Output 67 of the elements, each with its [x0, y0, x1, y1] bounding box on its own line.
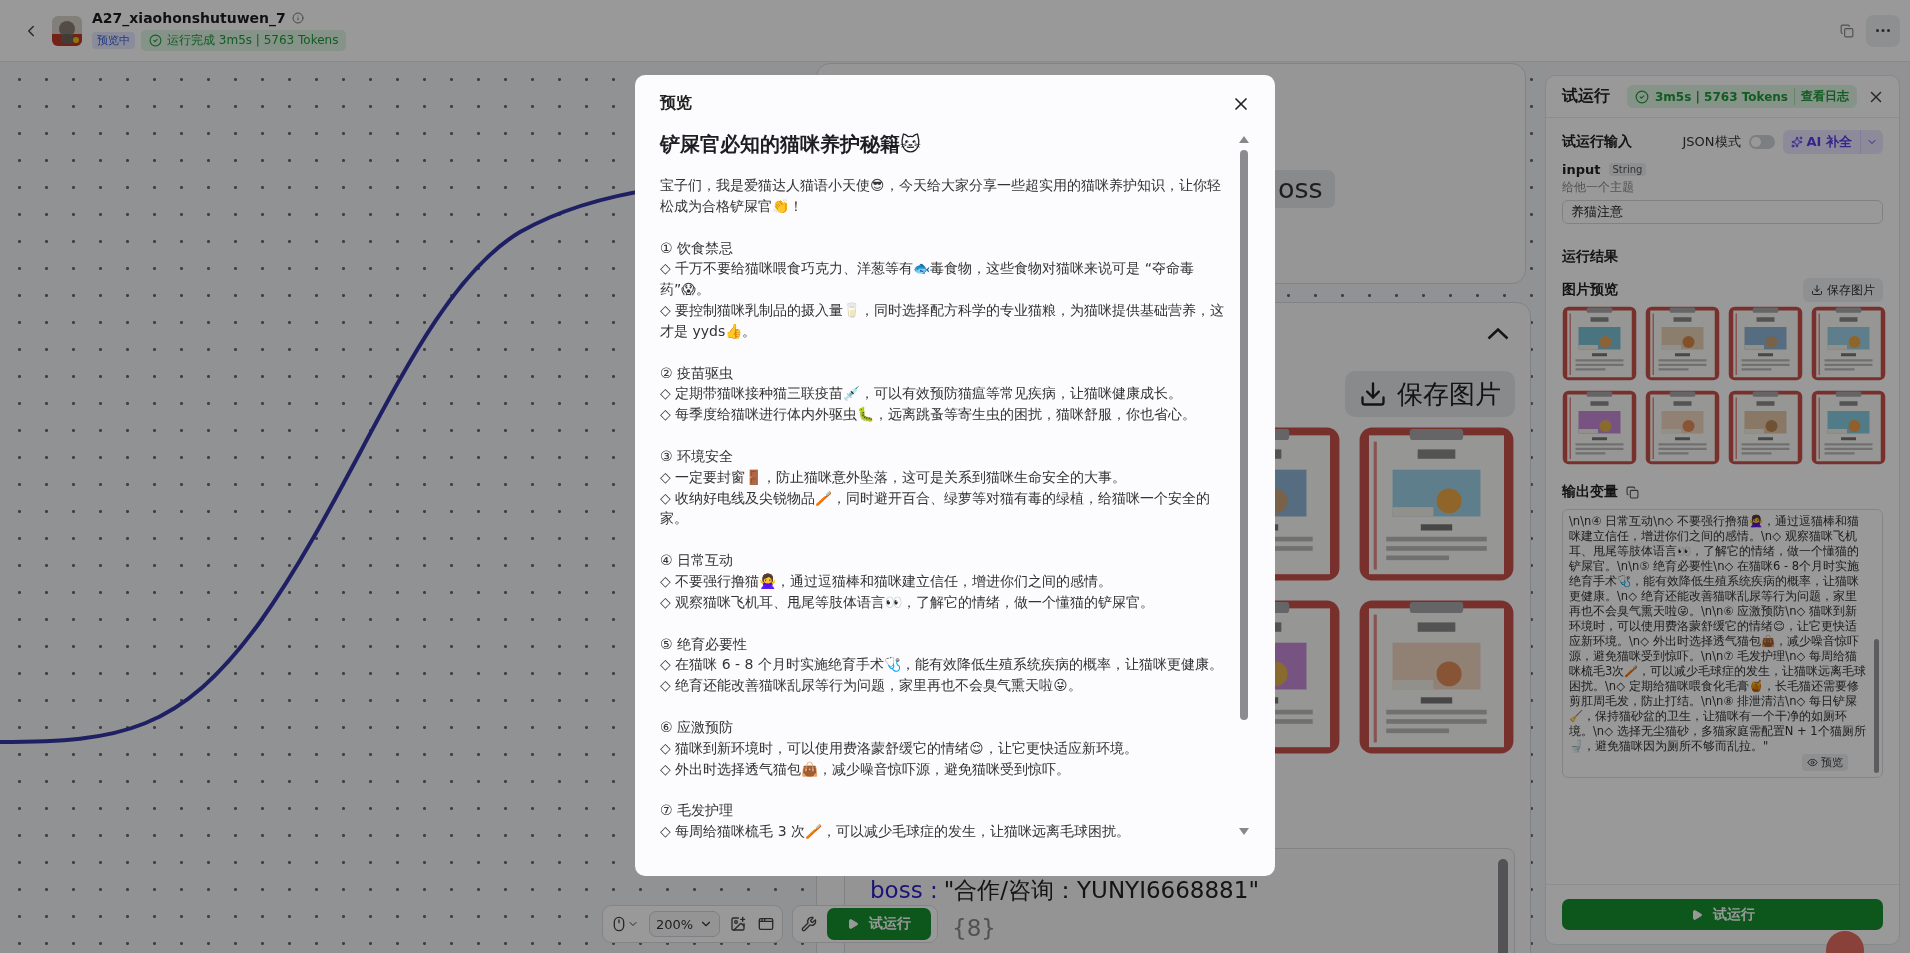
type-tag: String	[1608, 163, 1647, 176]
section-heading: ① 饮食禁忌	[660, 238, 734, 258]
tip-text: ◇ 每周给猫咪梳毛 3 次🪥，可以减少毛球症的发生，让猫咪远离毛球困扰。	[660, 822, 1132, 842]
input-field[interactable]: 养猫注意	[1562, 200, 1883, 224]
window-icon	[758, 916, 775, 932]
save-images-button[interactable]: 保存图片	[1803, 278, 1883, 302]
more-icon	[1876, 29, 1890, 32]
tip-text: ◇ 观察猫咪飞机耳、甩尾等肢体语言👀，了解它的情绪，做一个懂猫的铲屎官。	[660, 592, 1156, 612]
download-icon	[1811, 284, 1823, 296]
preview-button[interactable]: 预览	[1802, 754, 1848, 771]
scrollbar[interactable]	[1874, 639, 1879, 773]
section-title: 图片预览	[1562, 281, 1619, 299]
section-heading: ④ 日常互动	[660, 551, 734, 571]
tip-text: ◇ 收纳好电线及尖锐物品🪥，同时避开百合、绿萝等对猫有毒的绿植，给猫咪一个安全的家。	[660, 488, 1212, 529]
eye-icon	[1807, 757, 1818, 768]
play-icon	[847, 918, 860, 930]
section-heading: ⑤ 绝育必要性	[660, 634, 748, 654]
chevron-up-icon	[1487, 328, 1509, 341]
section-title: 试运行输入	[1562, 133, 1633, 151]
run-stats: 3m5s | 5763 Tokens	[1655, 89, 1788, 104]
section-heading: ③ 环境安全	[660, 446, 734, 466]
tip-text: ◇ 定期带猫咪接种猫三联疫苗💉，可以有效预防猫瘟等常见疾病，让猫咪健康成长。	[660, 384, 1184, 404]
mouse-icon	[611, 916, 627, 932]
view-log-link[interactable]: 查看日志	[1794, 88, 1849, 105]
output-text: \n\n④ 日常互动\n◇ 不要强行撸猫🙅‍♀，通过逗猫棒和猫咪建立信任，增进你们之间的感情。\n◇ 观察猫咪飞机耳、甩尾等肢体语言👀，了解它的情绪，做一个懂猫的铲屎官。\n\n⑤ 绝育必要性\n◇ 在猫咪6 - 8个月时实施绝育手术🩺，能有效降低生殖系统疾病的概率，让猫咪更健康。\n◇ 绝育还能改善猫咪乱尿等行为问题，家里再也不会臭气熏天啦😜。\n\n⑥ 应激预防\n◇ 猫咪到新环境时，可以使用费洛蒙舒缓它的情绪😌，让它更快适应新环境。\n◇ 外出时选择透气猫包👜，减少噪音惊吓源，避免猫咪受到惊吓。\n\n⑦ 毛发护理\n◇ 每周给猫咪梳毛3次🪥，可以减少毛球症的发生，让猫咪远离毛球困扰。\n◇ 定期给猫咪喂食化毛膏🍯，长毛猫还需要修剪肛周毛发，防止打结。\n\n⑧ 排泄清洁\n◇ 每日铲屎🧹，保持猫砂盆的卫生，让猫咪有一个干净的如厕环境。\n◇ 选择无尘猫砂，多猫家庭需配置N + 1个猫厕所🚽，避免猫咪因为厕所不够而乱拉。"	[1569, 514, 1868, 754]
tip-text: ◇ 绝育还能改善猫咪乱尿等行为问题，家里再也不会臭气熏天啦😜。	[660, 676, 1083, 696]
info-icon[interactable]	[291, 12, 304, 24]
tip-text: ◇ 猫咪到新环境时，可以使用费洛蒙舒缓它的情绪😌，让它更快适应新环境。	[660, 738, 1139, 758]
input-name: input	[1562, 162, 1601, 177]
image-icon	[730, 916, 747, 932]
save-images-button[interactable]: 保存图片	[1345, 371, 1515, 418]
article-heading: 铲屎官必知的猫咪养护秘籍🐱	[660, 131, 922, 158]
json-mode-label: JSON模式	[1682, 133, 1741, 151]
tip-text: ◇ 外出时选择透气猫包👜，减少噪音惊吓源，避免猫咪受到惊吓。	[660, 759, 1072, 779]
article-intro: 宝子们，我是爱猫达人猫语小天使😎，今天给大家分享一些超实用的猫咪养护知识，让你轻松成为合格铲屎官👏！	[660, 176, 1222, 216]
download-icon	[1359, 380, 1387, 409]
more-button[interactable]	[1866, 14, 1900, 47]
tip-text: ◇ 在猫咪 6 - 8 个月时实施绝育手术🩺，能有效降低生殖系统疾病的概率，让猫咪更健康。	[660, 655, 1224, 675]
section-title: 输出变量	[1562, 483, 1618, 501]
section-heading: ② 疫苗驱虫	[660, 363, 734, 383]
dialog-title: 预览	[660, 93, 692, 114]
wrench-icon	[801, 916, 818, 932]
sparkles-icon	[1790, 136, 1803, 148]
run-button[interactable]: 试运行	[827, 908, 932, 940]
run-button[interactable]: 试运行	[1562, 899, 1883, 930]
tip-text: ◇ 一定要封窗🚪，防止猫咪意外坠落，这可是关系到猫咪生命安全的大事。	[660, 467, 1128, 487]
app-title: A27_xiaohonshutuwen_7	[92, 10, 286, 26]
run-status-text: 运行完成 3m5s | 5763 Tokens	[167, 32, 339, 49]
zoom-select[interactable]: 200%	[649, 911, 721, 937]
json-mode-toggle[interactable]	[1748, 135, 1775, 149]
section-heading: ⑦ 毛发护理	[660, 801, 734, 821]
check-icon	[1635, 89, 1649, 104]
section-title: 运行结果	[1562, 248, 1619, 266]
tip-text: ◇ 不要强行撸猫🙅‍♀，通过逗猫棒和猫咪建立信任，增进你们之间的感情。	[660, 571, 1114, 591]
status-tag: 预览中	[92, 32, 135, 49]
panel-title: 试运行	[1562, 86, 1611, 107]
tip-text: ◇ 要控制猫咪乳制品的摄入量🥛，同时选择配方科学的专业猫粮，为猫咪提供基础营养，这才是 yyds👍。	[660, 301, 1226, 341]
code-key: boss :	[870, 879, 938, 902]
code-value: "合作/咨询：YUNYI6668881"	[943, 879, 1259, 902]
item-count: {8}	[952, 917, 996, 940]
check-icon	[149, 34, 162, 47]
tip-text: ◇ 每季度给猫咪进行体内外驱虫🐛，远离跳蚤等寄生虫的困扰，猫咪舒服，你也省心。	[660, 405, 1198, 425]
section-heading: ⑥ 应激预防	[660, 717, 734, 737]
play-icon	[1690, 908, 1703, 921]
tip-text: ◇ 千万不要给猫咪喂食巧克力、洋葱等有🐟毒食物，这些食物对猫咪来说可是 “夺命毒药”😱。	[660, 259, 1195, 300]
copy-icon[interactable]	[1626, 485, 1639, 499]
copy-icon	[1840, 23, 1854, 38]
